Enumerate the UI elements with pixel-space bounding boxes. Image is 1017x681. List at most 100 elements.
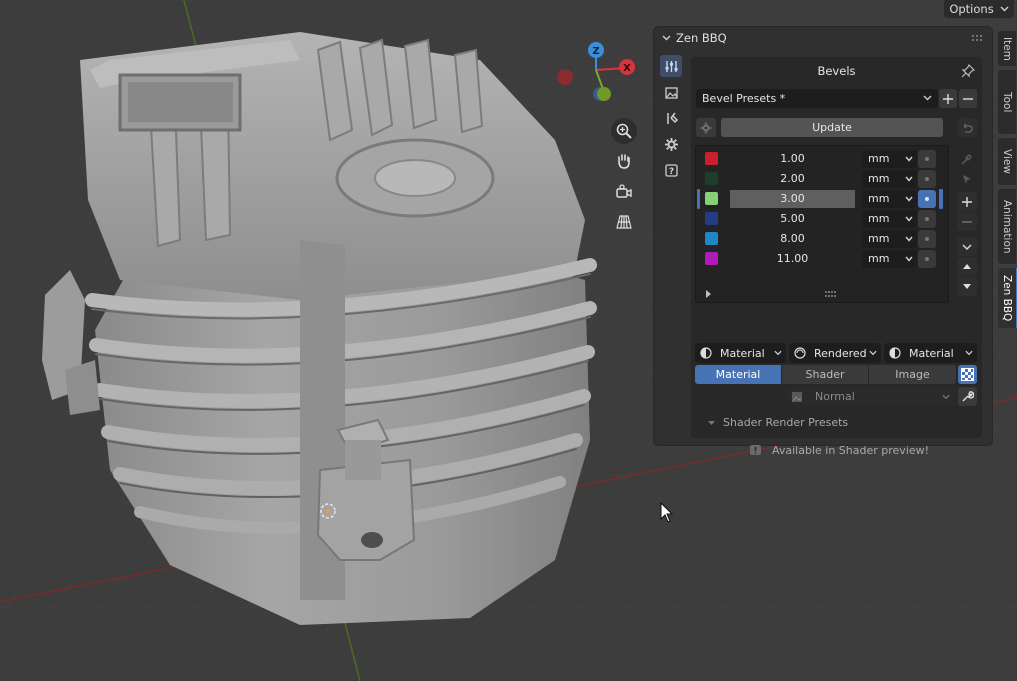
select-button[interactable] <box>957 169 977 188</box>
bevel-toggle-button[interactable] <box>918 170 936 188</box>
bevel-row[interactable]: 3.00 mm <box>695 189 943 209</box>
bevel-width-value[interactable]: 11.00 <box>730 250 855 268</box>
update-button[interactable]: Update <box>721 118 943 137</box>
bevel-width-value[interactable]: 5.00 <box>730 210 855 228</box>
undo-icon <box>963 123 973 133</box>
pan-button[interactable] <box>611 148 637 174</box>
bevel-row[interactable]: 5.00 mm <box>695 209 936 229</box>
bevel-unit-dropdown[interactable]: mm <box>862 150 917 168</box>
tools-section-button[interactable] <box>660 107 682 129</box>
chevron-down-icon <box>905 236 913 242</box>
mode-image-tab[interactable]: Image <box>869 365 956 384</box>
gear-icon <box>664 137 678 151</box>
eye-dropper-icon <box>961 153 972 164</box>
settings-small-button[interactable] <box>696 118 716 137</box>
expand-arrow-icon[interactable] <box>705 290 712 298</box>
bevel-unit-dropdown[interactable]: mm <box>862 250 917 268</box>
axis-y-icon[interactable] <box>597 87 611 101</box>
bevel-row[interactable]: 2.00 mm <box>695 169 936 189</box>
checker-toggle[interactable] <box>958 365 977 384</box>
info-icon <box>750 445 761 455</box>
bevel-color-swatch[interactable] <box>705 232 718 245</box>
bevels-title: Bevels <box>817 64 856 78</box>
bevel-unit-dropdown[interactable]: mm <box>862 190 917 208</box>
shading-left-dropdown[interactable]: Material <box>695 343 786 363</box>
zoom-icon <box>616 123 632 139</box>
add-bevel-button[interactable] <box>957 192 977 211</box>
active-row-indicator <box>697 189 700 209</box>
undo-button[interactable] <box>957 118 977 137</box>
chevron-down-icon <box>965 350 973 356</box>
bevel-unit-dropdown[interactable]: mm <box>862 170 917 188</box>
bevel-width-value[interactable]: 1.00 <box>730 150 855 168</box>
chevron-down-icon <box>774 350 782 356</box>
bevel-color-swatch[interactable] <box>705 192 718 205</box>
move-down-button[interactable] <box>957 277 977 296</box>
tab-animation[interactable]: Animation <box>998 189 1016 264</box>
collapse-chevron-icon <box>708 420 715 425</box>
bevel-toggle-button[interactable] <box>918 230 936 248</box>
remove-bevel-button[interactable] <box>957 212 977 231</box>
camera-view-button[interactable] <box>611 179 637 205</box>
bevel-color-swatch[interactable] <box>705 252 718 265</box>
panel-header[interactable]: Zen BBQ <box>662 31 727 45</box>
tab-item[interactable]: Item <box>998 31 1016 66</box>
options-dropdown[interactable]: Options <box>944 0 1014 18</box>
bevel-row[interactable]: 11.00 mm <box>695 249 936 269</box>
zoom-button[interactable] <box>611 118 637 144</box>
perspective-toggle[interactable] <box>611 209 637 235</box>
chevron-down-icon <box>905 256 913 262</box>
render-section-button[interactable] <box>660 81 682 103</box>
shading-right-dropdown[interactable]: Material <box>884 343 977 363</box>
update-label: Update <box>812 121 852 134</box>
wrench-button[interactable] <box>958 387 977 406</box>
3d-viewport[interactable]: Options Z X Item Tool View Animation Zen… <box>0 0 1017 681</box>
chevron-down-icon <box>1000 6 1009 12</box>
add-preset-button[interactable] <box>939 89 957 108</box>
chevron-down-icon <box>962 244 972 250</box>
bevel-presets-dropdown[interactable]: Bevel Presets * <box>696 89 938 108</box>
bevel-toggle-button[interactable] <box>918 190 936 208</box>
shader-presets-header[interactable]: Shader Render Presets <box>707 416 848 429</box>
options-label: Options <box>949 2 994 16</box>
shading-center-dropdown[interactable]: Rendered <box>789 343 881 363</box>
bevel-toggle-button[interactable] <box>918 210 936 228</box>
help-section-button[interactable]: ? <box>660 159 682 181</box>
bevel-toggle-button[interactable] <box>918 150 936 168</box>
triangle-down-icon <box>963 284 971 289</box>
normal-dropdown[interactable]: Normal <box>786 387 956 406</box>
chevron-down-icon <box>923 95 932 101</box>
chevron-down-icon <box>905 176 913 182</box>
svg-text:Z: Z <box>592 46 599 57</box>
bevel-width-value[interactable]: 3.00 <box>730 190 855 208</box>
tab-view[interactable]: View <box>998 138 1016 185</box>
bevel-width-value[interactable]: 2.00 <box>730 170 855 188</box>
bevel-row[interactable]: 8.00 mm <box>695 229 936 249</box>
bevel-unit-dropdown[interactable]: mm <box>862 210 917 228</box>
move-up-button[interactable] <box>957 257 977 276</box>
remove-preset-button[interactable] <box>959 89 977 108</box>
pin-icon[interactable] <box>961 64 975 78</box>
mode-shader-tab[interactable]: Shader <box>782 365 868 384</box>
bevel-unit-dropdown[interactable]: mm <box>862 230 917 248</box>
tab-zen-bbq[interactable]: Zen BBQ <box>998 268 1017 328</box>
hide-button[interactable] <box>957 149 977 168</box>
bevel-color-swatch[interactable] <box>705 172 718 185</box>
bevel-row[interactable]: 1.00 mm <box>695 149 936 169</box>
camera-icon <box>616 184 632 198</box>
axis-neg-x-icon[interactable] <box>557 69 573 85</box>
tab-tool[interactable]: Tool <box>998 70 1016 134</box>
bevel-color-swatch[interactable] <box>705 212 718 225</box>
checkerboard-icon <box>961 368 974 381</box>
drag-handle-icon[interactable] <box>972 35 982 41</box>
bevel-color-swatch[interactable] <box>705 152 718 165</box>
settings-section-button[interactable] <box>660 133 682 155</box>
resize-handle-icon[interactable] <box>825 291 837 297</box>
bevels-section-button[interactable] <box>660 55 682 77</box>
bevel-toggle-button[interactable] <box>918 250 936 268</box>
list-menu-button[interactable] <box>957 237 977 256</box>
bevel-list: 1.00 mm 2.00 mm 3.00 mm 5.00 mm 8.00 mm 11.00 mm <box>695 145 949 303</box>
bevel-width-value[interactable]: 8.00 <box>730 230 855 248</box>
navigation-gizmo[interactable]: Z X <box>552 36 642 108</box>
mode-material-tab[interactable]: Material <box>695 365 781 384</box>
